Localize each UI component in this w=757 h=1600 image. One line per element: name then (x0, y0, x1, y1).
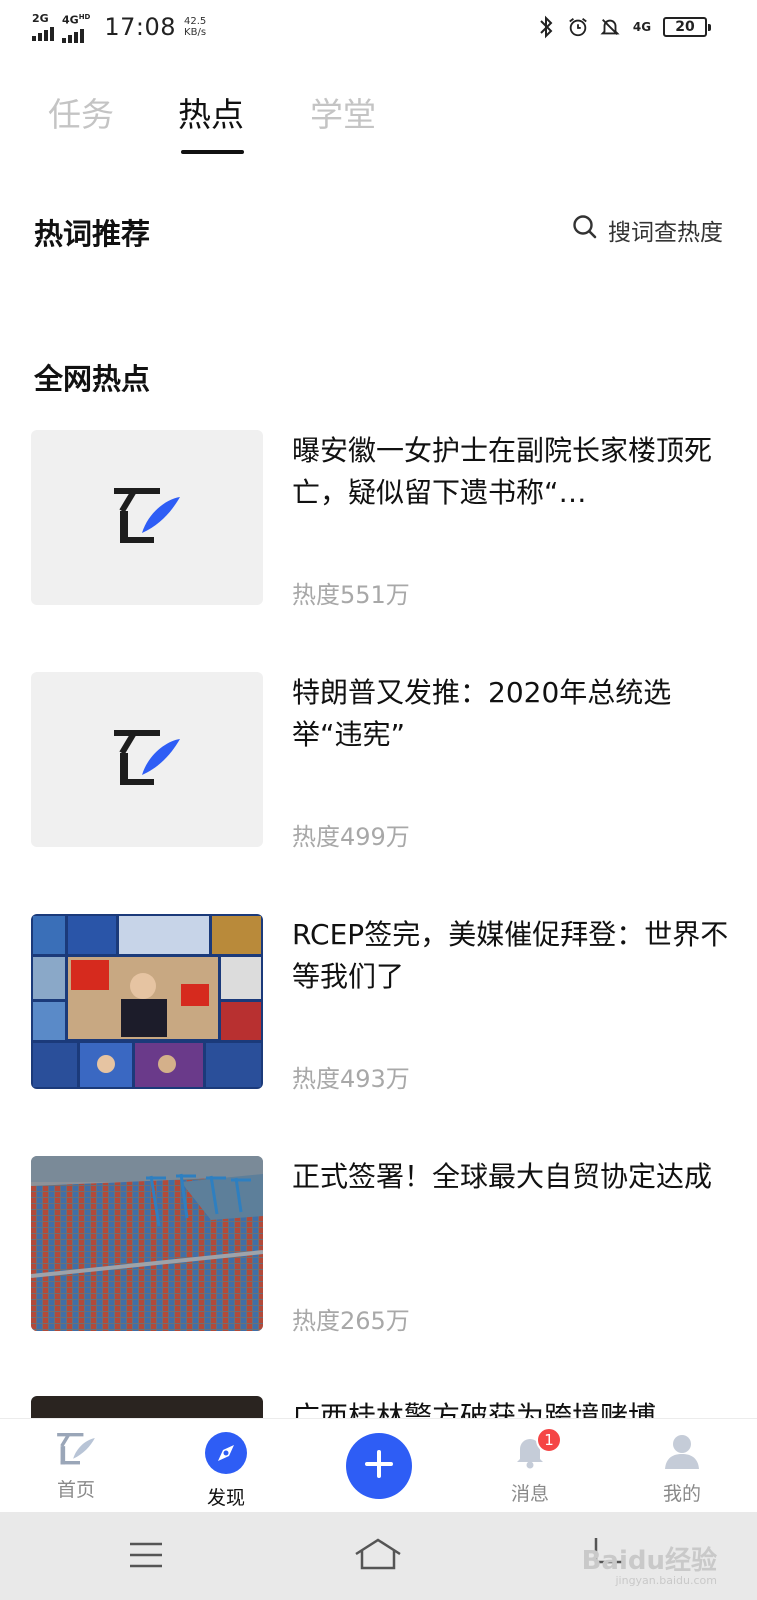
search-heat-button[interactable]: 搜词查热度 (572, 213, 723, 247)
signal-label: 4G (62, 13, 79, 27)
status-bar: 2G 4GHD 17:08 42.5 KB/s 4G 20 (0, 0, 757, 60)
network-label: 4G (632, 20, 652, 34)
news-item[interactable]: 曝安徽一女护士在副院长家楼顶死亡，疑似留下遗书称“… 热度551万 (31, 430, 731, 609)
tab-academy[interactable]: 学堂 (310, 88, 376, 136)
news-item[interactable]: RCEP签完，美媒催促拜登：世界不等我们了 热度493万 (31, 914, 731, 1093)
network-speed: 42.5 KB/s (184, 16, 206, 38)
news-thumbnail (31, 430, 263, 605)
news-heat: 热度265万 (292, 1307, 410, 1335)
battery-level: 20 (675, 19, 695, 35)
signal-2g-icon: 2G (32, 12, 54, 42)
system-navigation-bar: Baidu经验 jingyan.baidu.com (0, 1512, 757, 1600)
news-heat: 热度493万 (292, 1065, 410, 1093)
news-item[interactable]: 特朗普又发推：2020年总统选举“违宪” 热度499万 (31, 672, 731, 851)
news-thumbnail-container-port (31, 1156, 263, 1331)
news-thumbnail-video-conference (31, 914, 263, 1089)
top-tabs: 任务 热点 学堂 (0, 88, 757, 158)
nav-discover[interactable]: 发现 (186, 1431, 266, 1510)
signal-4g-icon: 4GHD (62, 12, 90, 43)
bluetooth-icon (535, 14, 557, 40)
nav-discover-label: 发现 (206, 1487, 245, 1509)
nav-home[interactable]: 首页 (36, 1431, 116, 1502)
user-avatar-icon (662, 1431, 702, 1475)
nav-messages-label: 消息 (510, 1483, 549, 1505)
news-thumbnail-dark (31, 1396, 263, 1418)
all-hot-title: 全网热点 (34, 362, 151, 396)
plus-icon (363, 1448, 395, 1484)
news-item[interactable]: 正式签署！全球最大自贸协定达成 热度265万 (31, 1156, 731, 1335)
speed-unit: KB/s (184, 27, 207, 39)
news-item[interactable]: 广西桂林警方破获为跨境赌博 (31, 1396, 731, 1418)
nav-mine[interactable]: 我的 (642, 1431, 722, 1506)
news-title: 正式签署！全球最大自贸协定达成 (292, 1160, 713, 1193)
search-icon (572, 214, 598, 246)
search-heat-label: 搜词查热度 (608, 220, 723, 246)
compass-icon (204, 1431, 248, 1479)
battery-icon: 20 (663, 17, 711, 37)
news-heat: 热度551万 (292, 581, 410, 609)
signal-label: 2G (32, 12, 49, 26)
tab-tasks[interactable]: 任务 (48, 88, 114, 136)
signal-hd-label: HD (78, 13, 91, 21)
news-title: 曝安徽一女护士在副院长家楼顶死亡，疑似留下遗书称“… (292, 434, 713, 509)
nav-messages[interactable]: 1 消息 (490, 1427, 570, 1506)
baidu-placeholder-logo-icon (112, 727, 182, 793)
bottom-navigation: 首页 发现 1 消息 我的 (0, 1418, 757, 1512)
network-4g-icon: 4G (631, 14, 653, 40)
home-logo-icon (56, 1431, 96, 1471)
mute-notification-icon (599, 14, 621, 40)
tab-hot[interactable]: 热点 (178, 88, 244, 136)
news-title: RCEP签完，美媒催促拜登：世界不等我们了 (292, 918, 729, 993)
baidu-jingyan-watermark: Baidu经验 (581, 1546, 717, 1576)
nav-home-label: 首页 (56, 1479, 95, 1501)
active-tab-indicator (181, 150, 244, 154)
menu-icon[interactable] (128, 1540, 164, 1574)
watermark-url: jingyan.baidu.com (615, 1574, 717, 1587)
news-thumbnail (31, 672, 263, 847)
alarm-icon (567, 14, 589, 40)
add-button[interactable] (346, 1433, 412, 1499)
news-title: 广西桂林警方破获为跨境赌博 (292, 1400, 657, 1418)
news-title: 特朗普又发推：2020年总统选举“违宪” (292, 676, 672, 751)
speed-value: 42.5 (184, 16, 207, 28)
messages-badge: 1 (536, 1427, 562, 1453)
hot-words-title: 热词推荐 (34, 217, 151, 251)
clock: 17:08 (104, 13, 177, 42)
baidu-placeholder-logo-icon (112, 485, 182, 551)
news-heat: 热度499万 (292, 823, 410, 851)
nav-mine-label: 我的 (662, 1483, 701, 1505)
home-icon[interactable] (352, 1534, 404, 1578)
